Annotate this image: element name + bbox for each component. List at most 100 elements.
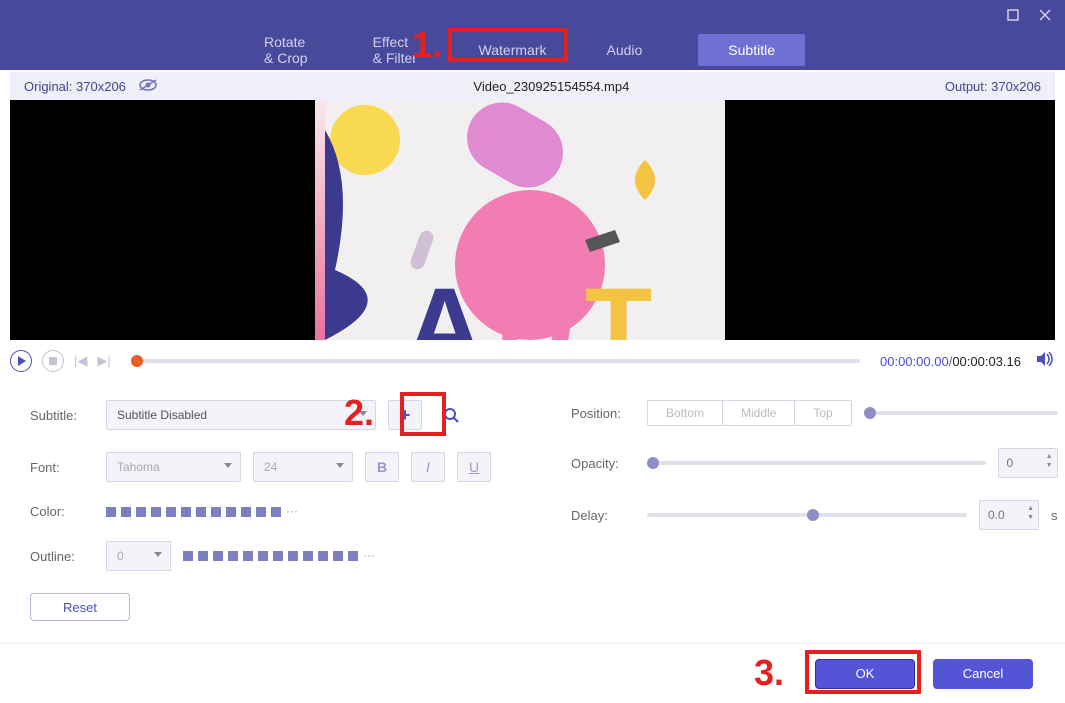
swatch[interactable] xyxy=(121,507,131,517)
swatch[interactable] xyxy=(273,551,283,561)
slider-thumb[interactable] xyxy=(864,407,876,419)
swatch[interactable] xyxy=(241,507,251,517)
maximize-button[interactable] xyxy=(1003,5,1023,25)
opacity-value: 0 xyxy=(1007,456,1014,470)
caret-icon xyxy=(336,463,344,468)
color-swatches[interactable]: ··· xyxy=(106,507,298,517)
position-slider[interactable] xyxy=(864,411,1058,415)
tab-subtitle[interactable]: Subtitle xyxy=(698,34,805,66)
time-current: 00:00:00.00 xyxy=(880,354,949,369)
position-middle[interactable]: Middle xyxy=(723,401,795,425)
video-preview: A D T xyxy=(10,100,1055,340)
italic-button[interactable]: I xyxy=(411,452,445,482)
delay-slider[interactable] xyxy=(647,513,967,517)
opacity-spinner[interactable]: 0 ▲▼ xyxy=(998,448,1058,478)
play-button[interactable] xyxy=(10,350,32,372)
font-name-value: Tahoma xyxy=(117,460,160,474)
opacity-slider[interactable] xyxy=(647,461,986,465)
delay-value: 0.0 xyxy=(988,508,1005,522)
annotation-box-2 xyxy=(400,392,446,436)
tab-audio[interactable]: Audio xyxy=(602,34,646,66)
color-label: Color: xyxy=(30,504,94,519)
swatch[interactable] xyxy=(348,551,358,561)
swatch[interactable] xyxy=(166,507,176,517)
annotation-box-3 xyxy=(805,650,921,694)
annotation-box-1 xyxy=(448,28,568,62)
timecode: 00:00:00.00/00:00:03.16 xyxy=(880,354,1021,369)
swatch[interactable] xyxy=(136,507,146,517)
subtitle-select[interactable]: Subtitle Disabled xyxy=(106,400,376,430)
spinner-arrows[interactable]: ▲▼ xyxy=(1027,504,1034,522)
subtitle-label: Subtitle: xyxy=(30,408,94,423)
outline-size-select[interactable]: 0 xyxy=(106,541,171,571)
font-label: Font: xyxy=(30,460,94,475)
delay-unit: s xyxy=(1051,508,1058,523)
swatch[interactable] xyxy=(288,551,298,561)
swatch[interactable] xyxy=(213,551,223,561)
cancel-button[interactable]: Cancel xyxy=(933,659,1033,689)
outline-value: 0 xyxy=(117,549,124,563)
next-frame-button[interactable]: ▶| xyxy=(97,353,110,369)
seek-thumb[interactable] xyxy=(131,355,143,367)
outline-swatches[interactable]: ··· xyxy=(183,551,375,561)
swatch[interactable] xyxy=(151,507,161,517)
preview-toggle-icon[interactable] xyxy=(138,78,158,95)
reset-button[interactable]: Reset xyxy=(30,593,130,621)
position-segment[interactable]: Bottom Middle Top xyxy=(647,400,852,426)
more-outline-button[interactable]: ··· xyxy=(363,551,375,561)
spinner-arrows[interactable]: ▲▼ xyxy=(1046,452,1053,470)
swatch[interactable] xyxy=(181,507,191,517)
svg-text:A: A xyxy=(405,266,484,340)
swatch[interactable] xyxy=(258,551,268,561)
swatch[interactable] xyxy=(303,551,313,561)
annotation-number-3: 3. xyxy=(754,652,784,694)
font-size-select[interactable]: 24 xyxy=(253,452,353,482)
svg-text:D: D xyxy=(495,266,574,340)
position-top[interactable]: Top xyxy=(795,401,850,425)
swatch[interactable] xyxy=(211,507,221,517)
swatch[interactable] xyxy=(318,551,328,561)
swatch[interactable] xyxy=(256,507,266,517)
volume-icon[interactable] xyxy=(1037,352,1055,371)
swatch[interactable] xyxy=(183,551,193,561)
swatch[interactable] xyxy=(196,507,206,517)
delay-spinner[interactable]: 0.0 ▲▼ xyxy=(979,500,1039,530)
swatch[interactable] xyxy=(106,507,116,517)
more-colors-button[interactable]: ··· xyxy=(286,507,298,517)
filename-label: Video_230925154554.mp4 xyxy=(172,79,931,94)
swatch[interactable] xyxy=(198,551,208,561)
caret-icon xyxy=(154,552,162,557)
left-column: Subtitle: Subtitle Disabled + 2. Font: T… xyxy=(30,400,491,643)
opacity-label: Opacity: xyxy=(571,456,635,471)
content: Original: 370x206 Video_230925154554.mp4… xyxy=(0,72,1065,643)
output-size-label: Output: 370x206 xyxy=(945,79,1041,94)
underline-button[interactable]: U xyxy=(457,452,491,482)
bold-button[interactable]: B xyxy=(365,452,399,482)
info-bar: Original: 370x206 Video_230925154554.mp4… xyxy=(10,72,1055,100)
seek-slider[interactable] xyxy=(131,359,860,363)
swatch[interactable] xyxy=(333,551,343,561)
prev-frame-button[interactable]: |◀ xyxy=(74,353,87,369)
delay-label: Delay: xyxy=(571,508,635,523)
caret-icon xyxy=(224,463,232,468)
footer: 3. OK Cancel xyxy=(0,643,1065,703)
original-size-label: Original: 370x206 xyxy=(24,79,126,94)
annotation-number-1: 1. xyxy=(412,24,442,66)
swatch[interactable] xyxy=(228,551,238,561)
slider-thumb[interactable] xyxy=(647,457,659,469)
right-column: Position: Bottom Middle Top Opacity: 0▲▼… xyxy=(571,400,1058,643)
font-size-value: 24 xyxy=(264,460,277,474)
position-bottom[interactable]: Bottom xyxy=(648,401,723,425)
swatch[interactable] xyxy=(226,507,236,517)
annotation-number-2: 2. xyxy=(344,392,374,434)
stop-button[interactable] xyxy=(42,350,64,372)
font-name-select[interactable]: Tahoma xyxy=(106,452,241,482)
swatch[interactable] xyxy=(243,551,253,561)
tab-rotate-crop[interactable]: Rotate & Crop xyxy=(260,26,317,74)
swatch[interactable] xyxy=(271,507,281,517)
tab-bar: Rotate & Crop Effect & Filter Watermark … xyxy=(0,30,1065,70)
slider-thumb[interactable] xyxy=(807,509,819,521)
close-button[interactable] xyxy=(1035,5,1055,25)
playback-controls: |◀ ▶| 00:00:00.00/00:00:03.16 xyxy=(10,346,1055,376)
titlebar xyxy=(0,0,1065,30)
